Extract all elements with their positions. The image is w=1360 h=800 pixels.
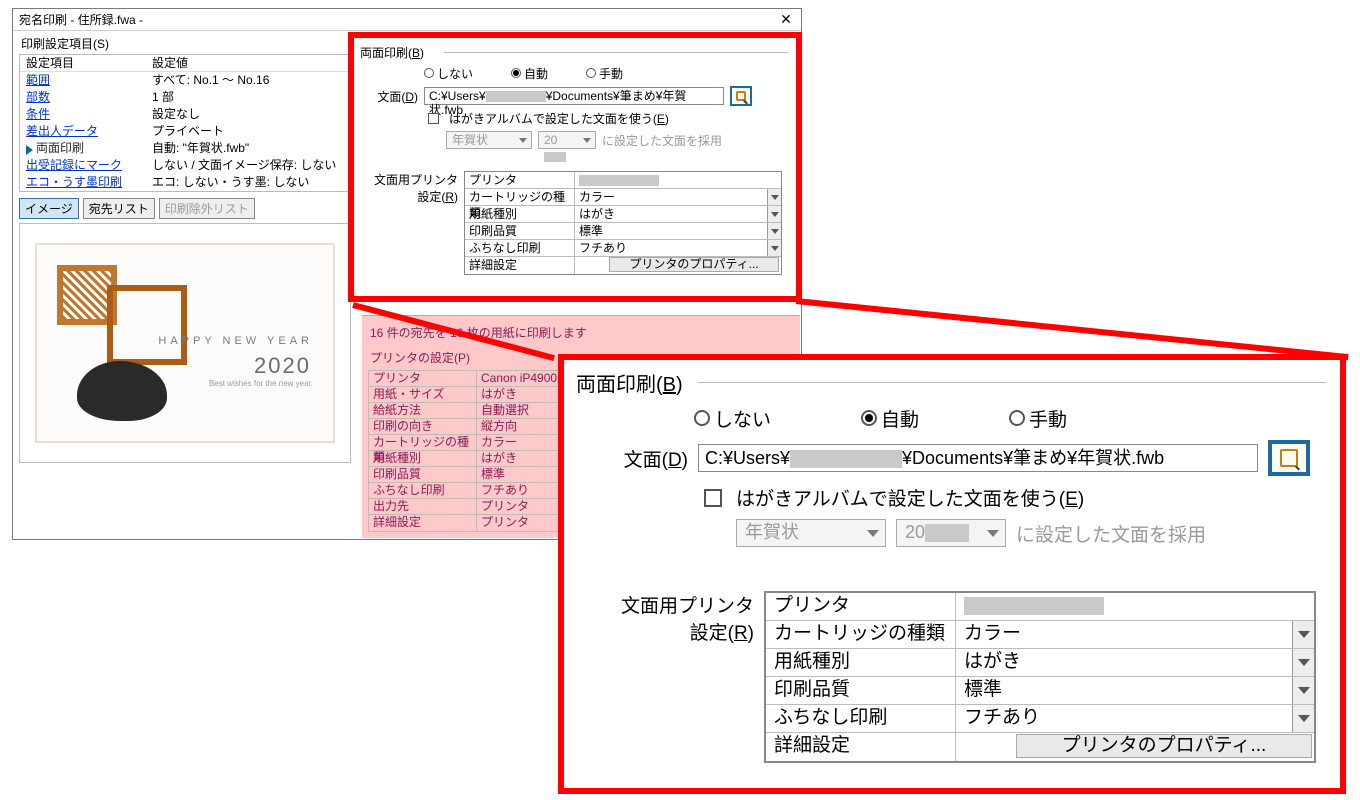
bunmen-printer-table-zoom: プリンタ カートリッジの種類カラー 用紙種別はがき 印刷品質標準 ふちなし印刷フ…: [764, 591, 1316, 763]
printer-properties-button[interactable]: プリンタのプロパティ...: [609, 257, 779, 272]
album-type-dropdown-zoom[interactable]: 年賀状: [736, 519, 886, 547]
browse-button[interactable]: [730, 86, 752, 106]
bunmen-label: 文面(D): [362, 88, 418, 105]
album-type-dropdown[interactable]: 年賀状: [446, 131, 532, 149]
window-title: 宛名印刷 - 住所録.fwa -: [19, 11, 143, 28]
radio-none-zoom[interactable]: しない: [694, 405, 771, 432]
chevron-down-icon: [1292, 649, 1314, 676]
highlight-frame-duplex-small: 両面印刷(B) しない 自動 手動 文面(D) C:¥Users¥¥Docume…: [348, 32, 802, 302]
radio-manual[interactable]: 手動: [586, 65, 623, 82]
year-text: 2020: [254, 353, 311, 379]
use-album-label-zoom: はがきアルバムで設定した文面を使う(E): [736, 484, 1084, 511]
radio-manual-zoom[interactable]: 手動: [1009, 405, 1067, 432]
chevron-down-icon: [767, 206, 781, 222]
chevron-down-icon: [1292, 705, 1314, 732]
subtext: Best wishes for the new year.: [209, 379, 313, 388]
chevron-down-icon: [767, 189, 781, 205]
printer-properties-button-zoom[interactable]: プリンタのプロパティ...: [1016, 734, 1312, 758]
chevron-down-icon: [767, 240, 781, 256]
decoration: [107, 285, 187, 365]
use-album-label: はがきアルバムで設定した文面を使う(E): [449, 110, 669, 127]
preview-pane: HAPPY NEW YEAR 2020 Best wishes for the …: [19, 223, 351, 463]
bunmen-printer-label: 文面用プリンタ 設定(R): [362, 171, 458, 205]
use-album-checkbox-zoom[interactable]: [704, 489, 722, 507]
album-year-dropdown[interactable]: 20: [538, 131, 596, 149]
browse-icon: [736, 91, 746, 101]
album-after-text: に設定した文面を採用: [602, 132, 722, 149]
chevron-down-icon: [767, 223, 781, 239]
close-button[interactable]: ✕: [775, 11, 797, 28]
bunmen-printer-table: プリンタ カートリッジの種類カラー 用紙種別はがき 印刷品質標準 ふちなし印刷フ…: [464, 171, 782, 275]
highlight-frame-duplex-zoom: 両面印刷(B) しない 自動 手動 文面(D) C:¥Users¥¥Docume…: [558, 354, 1346, 794]
browse-button-zoom[interactable]: [1268, 440, 1310, 476]
radio-auto-zoom[interactable]: 自動: [861, 405, 919, 432]
bunmen-printer-label-zoom: 文面用プリンタ 設定(R): [578, 591, 754, 645]
titlebar: 宛名印刷 - 住所録.fwa - ✕: [13, 9, 801, 31]
tab-excludelist: 印刷除外リスト: [159, 198, 255, 219]
browse-icon: [1280, 449, 1298, 467]
bunmen-path-input[interactable]: C:¥Users¥¥Documents¥筆まめ¥年賀状.fwb: [424, 87, 724, 105]
callout-line: [796, 298, 1349, 360]
use-album-checkbox[interactable]: [428, 113, 439, 124]
bunmen-path-input-zoom[interactable]: C:¥Users¥¥Documents¥筆まめ¥年賀状.fwb: [698, 444, 1258, 472]
duplex-group-title-zoom: 両面印刷(B): [564, 360, 1340, 401]
album-after-text-zoom: に設定した文面を採用: [1016, 520, 1206, 547]
radio-auto[interactable]: 自動: [511, 65, 548, 82]
radio-none[interactable]: しない: [424, 65, 473, 82]
chevron-down-icon: [1292, 677, 1314, 704]
postcard-preview: HAPPY NEW YEAR 2020 Best wishes for the …: [35, 243, 335, 443]
album-year-dropdown-zoom[interactable]: 20: [896, 519, 1006, 547]
tab-image[interactable]: イメージ: [19, 198, 79, 219]
greeting-text: HAPPY NEW YEAR: [158, 335, 313, 347]
mouse-illustration: [77, 361, 167, 421]
duplex-group-title: 両面印刷(B): [354, 38, 796, 63]
tab-addresslist[interactable]: 宛先リスト: [83, 198, 155, 219]
chevron-down-icon: [1292, 621, 1314, 648]
bunmen-label-zoom: 文面(D): [578, 445, 688, 472]
